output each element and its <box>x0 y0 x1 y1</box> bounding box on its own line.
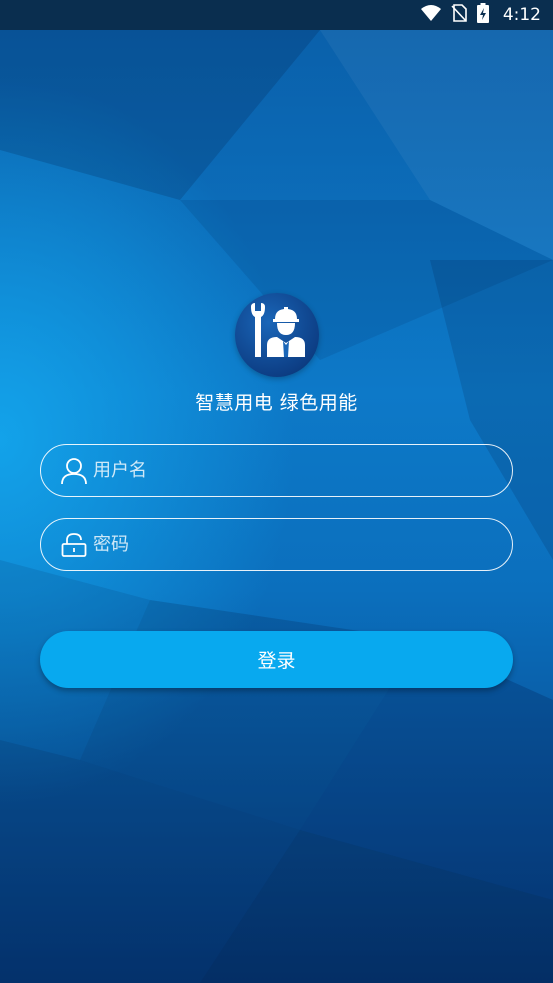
app-slogan: 智慧用电 绿色用能 <box>195 392 358 414</box>
repair-worker-icon <box>245 301 309 369</box>
password-input[interactable] <box>93 519 512 570</box>
battery-charging-icon <box>476 3 489 27</box>
status-bar: 4:12 <box>0 0 553 30</box>
app-logo <box>235 293 319 377</box>
lock-icon <box>59 530 89 560</box>
login-button[interactable]: 登录 <box>40 631 513 688</box>
wifi-icon <box>420 5 441 25</box>
password-field[interactable] <box>40 518 513 571</box>
username-field[interactable] <box>40 444 513 497</box>
user-icon <box>59 456 89 486</box>
username-input[interactable] <box>93 445 512 496</box>
no-sim-icon <box>451 4 467 26</box>
clock: 4:12 <box>502 5 541 25</box>
